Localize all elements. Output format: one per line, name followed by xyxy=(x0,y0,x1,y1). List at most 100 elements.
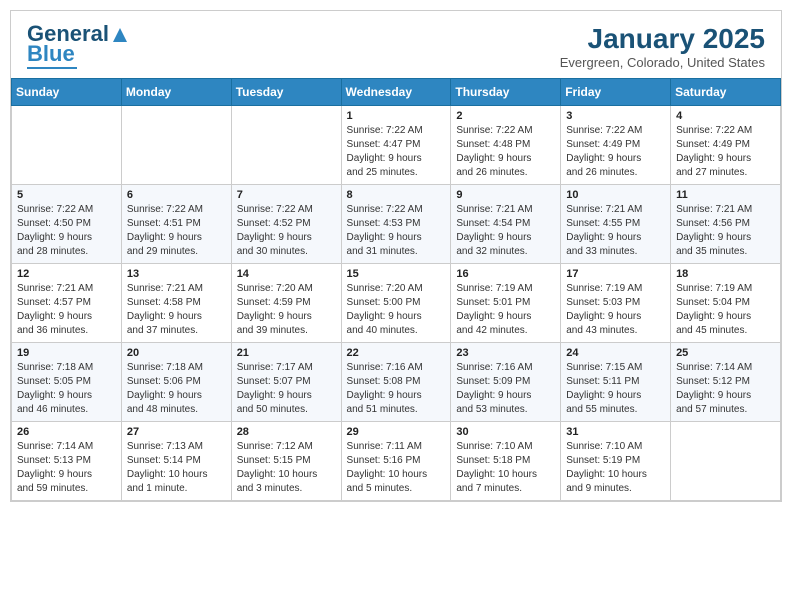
calendar-cell: 3 Sunrise: 7:22 AMSunset: 4:49 PMDaylight… xyxy=(561,106,671,185)
calendar-header: Sunday Monday Tuesday Wednesday Thursday… xyxy=(12,79,781,106)
calendar-cell: 22 Sunrise: 7:16 AMSunset: 5:08 PMDayligh… xyxy=(341,343,451,422)
day-number: 9 xyxy=(456,189,555,201)
day-info: Sunrise: 7:19 AMSunset: 5:03 PMDaylight:… xyxy=(566,282,665,338)
calendar-cell: 12 Sunrise: 7:21 AMSunset: 4:57 PMDayligh… xyxy=(12,264,122,343)
calendar-cell: 17Sunrise: 7:19 AMSunset: 5:03 PMDayligh… xyxy=(561,264,671,343)
calendar-cell: 10 Sunrise: 7:21 AMSunset: 4:55 PMDayligh… xyxy=(561,185,671,264)
day-info: Sunrise: 7:22 AMSunset: 4:47 PMDaylight:… xyxy=(347,124,446,180)
day-number: 5 xyxy=(17,189,116,201)
day-info: Sunrise: 7:10 AMSunset: 5:19 PMDaylight:… xyxy=(566,440,665,496)
day-info: Sunrise: 7:11 AMSunset: 5:16 PMDaylight:… xyxy=(347,440,446,496)
day-info: Sunrise: 7:19 AMSunset: 5:04 PMDaylight:… xyxy=(676,282,775,338)
day-number: 22 xyxy=(347,347,446,359)
calendar-week-3: 12 Sunrise: 7:21 AMSunset: 4:57 PMDayligh… xyxy=(12,264,781,343)
day-info: Sunrise: 7:21 AMSunset: 4:54 PMDaylight:… xyxy=(456,203,555,259)
day-number: 13 xyxy=(127,268,226,280)
day-info: Sunrise: 7:10 AMSunset: 5:18 PMDaylight:… xyxy=(456,440,555,496)
col-friday: Friday xyxy=(561,79,671,106)
header-row: Sunday Monday Tuesday Wednesday Thursday… xyxy=(12,79,781,106)
calendar-cell: 21 Sunrise: 7:17 AMSunset: 5:07 PMDayligh… xyxy=(231,343,341,422)
calendar-cell xyxy=(12,106,122,185)
day-info: Sunrise: 7:22 AMSunset: 4:49 PMDaylight:… xyxy=(566,124,665,180)
calendar-cell xyxy=(121,106,231,185)
day-number: 26 xyxy=(17,426,116,438)
calendar-cell: 18 Sunrise: 7:19 AMSunset: 5:04 PMDayligh… xyxy=(671,264,781,343)
day-number: 31 xyxy=(566,426,665,438)
day-number: 20 xyxy=(127,347,226,359)
calendar-cell: 23 Sunrise: 7:16 AMSunset: 5:09 PMDayligh… xyxy=(451,343,561,422)
calendar-body: 1Sunrise: 7:22 AMSunset: 4:47 PMDaylight… xyxy=(12,106,781,501)
day-number: 3 xyxy=(566,110,665,122)
day-info: Sunrise: 7:16 AMSunset: 5:08 PMDaylight:… xyxy=(347,361,446,417)
day-number: 7 xyxy=(237,189,336,201)
calendar-cell: 9 Sunrise: 7:21 AMSunset: 4:54 PMDaylight… xyxy=(451,185,561,264)
calendar-cell: 24 Sunrise: 7:15 AMSunset: 5:11 PMDayligh… xyxy=(561,343,671,422)
calendar-week-2: 5 Sunrise: 7:22 AMSunset: 4:50 PMDaylight… xyxy=(12,185,781,264)
day-info: Sunrise: 7:21 AMSunset: 4:56 PMDaylight:… xyxy=(676,203,775,259)
calendar-cell: 25 Sunrise: 7:14 AMSunset: 5:12 PMDayligh… xyxy=(671,343,781,422)
calendar-cell: 7 Sunrise: 7:22 AMSunset: 4:52 PMDaylight… xyxy=(231,185,341,264)
page-subtitle: Evergreen, Colorado, United States xyxy=(560,55,765,70)
day-number: 8 xyxy=(347,189,446,201)
calendar-cell xyxy=(671,422,781,501)
calendar-page: General Blue January 2025 Evergreen, Col… xyxy=(10,10,782,502)
calendar-cell: 8 Sunrise: 7:22 AMSunset: 4:53 PMDaylight… xyxy=(341,185,451,264)
col-monday: Monday xyxy=(121,79,231,106)
day-number: 2 xyxy=(456,110,555,122)
day-number: 16 xyxy=(456,268,555,280)
col-saturday: Saturday xyxy=(671,79,781,106)
day-number: 10 xyxy=(566,189,665,201)
day-info: Sunrise: 7:14 AMSunset: 5:12 PMDaylight:… xyxy=(676,361,775,417)
day-number: 11 xyxy=(676,189,775,201)
day-info: Sunrise: 7:17 AMSunset: 5:07 PMDaylight:… xyxy=(237,361,336,417)
calendar-cell: 2 Sunrise: 7:22 AMSunset: 4:48 PMDaylight… xyxy=(451,106,561,185)
calendar-cell xyxy=(231,106,341,185)
day-number: 23 xyxy=(456,347,555,359)
calendar-cell: 28Sunrise: 7:12 AMSunset: 5:15 PMDayligh… xyxy=(231,422,341,501)
day-number: 24 xyxy=(566,347,665,359)
day-number: 29 xyxy=(347,426,446,438)
day-number: 6 xyxy=(127,189,226,201)
calendar-cell: 20Sunrise: 7:18 AMSunset: 5:06 PMDayligh… xyxy=(121,343,231,422)
calendar-cell: 29 Sunrise: 7:11 AMSunset: 5:16 PMDayligh… xyxy=(341,422,451,501)
day-number: 28 xyxy=(237,426,336,438)
day-number: 15 xyxy=(347,268,446,280)
day-info: Sunrise: 7:16 AMSunset: 5:09 PMDaylight:… xyxy=(456,361,555,417)
day-number: 14 xyxy=(237,268,336,280)
logo: General Blue xyxy=(27,23,129,69)
logo-icon xyxy=(111,26,129,44)
calendar-table: Sunday Monday Tuesday Wednesday Thursday… xyxy=(11,78,781,501)
day-info: Sunrise: 7:22 AMSunset: 4:48 PMDaylight:… xyxy=(456,124,555,180)
col-thursday: Thursday xyxy=(451,79,561,106)
day-info: Sunrise: 7:13 AMSunset: 5:14 PMDaylight:… xyxy=(127,440,226,496)
col-wednesday: Wednesday xyxy=(341,79,451,106)
day-info: Sunrise: 7:22 AMSunset: 4:53 PMDaylight:… xyxy=(347,203,446,259)
day-info: Sunrise: 7:15 AMSunset: 5:11 PMDaylight:… xyxy=(566,361,665,417)
day-info: Sunrise: 7:21 AMSunset: 4:57 PMDaylight:… xyxy=(17,282,116,338)
day-info: Sunrise: 7:20 AMSunset: 4:59 PMDaylight:… xyxy=(237,282,336,338)
day-info: Sunrise: 7:21 AMSunset: 4:55 PMDaylight:… xyxy=(566,203,665,259)
calendar-cell: 4Sunrise: 7:22 AMSunset: 4:49 PMDaylight… xyxy=(671,106,781,185)
calendar-cell: 30 Sunrise: 7:10 AMSunset: 5:18 PMDayligh… xyxy=(451,422,561,501)
day-info: Sunrise: 7:19 AMSunset: 5:01 PMDaylight:… xyxy=(456,282,555,338)
day-info: Sunrise: 7:22 AMSunset: 4:50 PMDaylight:… xyxy=(17,203,116,259)
logo-underline xyxy=(27,67,77,69)
calendar-week-4: 19Sunrise: 7:18 AMSunset: 5:05 PMDayligh… xyxy=(12,343,781,422)
day-info: Sunrise: 7:21 AMSunset: 4:58 PMDaylight:… xyxy=(127,282,226,338)
page-header: General Blue January 2025 Evergreen, Col… xyxy=(11,11,781,78)
day-info: Sunrise: 7:14 AMSunset: 5:13 PMDaylight:… xyxy=(17,440,116,496)
calendar-cell: 14 Sunrise: 7:20 AMSunset: 4:59 PMDayligh… xyxy=(231,264,341,343)
day-number: 21 xyxy=(237,347,336,359)
day-info: Sunrise: 7:22 AMSunset: 4:52 PMDaylight:… xyxy=(237,203,336,259)
calendar-cell: 19Sunrise: 7:18 AMSunset: 5:05 PMDayligh… xyxy=(12,343,122,422)
day-number: 12 xyxy=(17,268,116,280)
day-number: 18 xyxy=(676,268,775,280)
calendar-cell: 6 Sunrise: 7:22 AMSunset: 4:51 PMDaylight… xyxy=(121,185,231,264)
logo-blue: Blue xyxy=(27,43,75,65)
day-number: 30 xyxy=(456,426,555,438)
calendar-cell: 26 Sunrise: 7:14 AMSunset: 5:13 PMDayligh… xyxy=(12,422,122,501)
calendar-cell: 16 Sunrise: 7:19 AMSunset: 5:01 PMDayligh… xyxy=(451,264,561,343)
day-number: 25 xyxy=(676,347,775,359)
day-info: Sunrise: 7:22 AMSunset: 4:51 PMDaylight:… xyxy=(127,203,226,259)
day-number: 19 xyxy=(17,347,116,359)
